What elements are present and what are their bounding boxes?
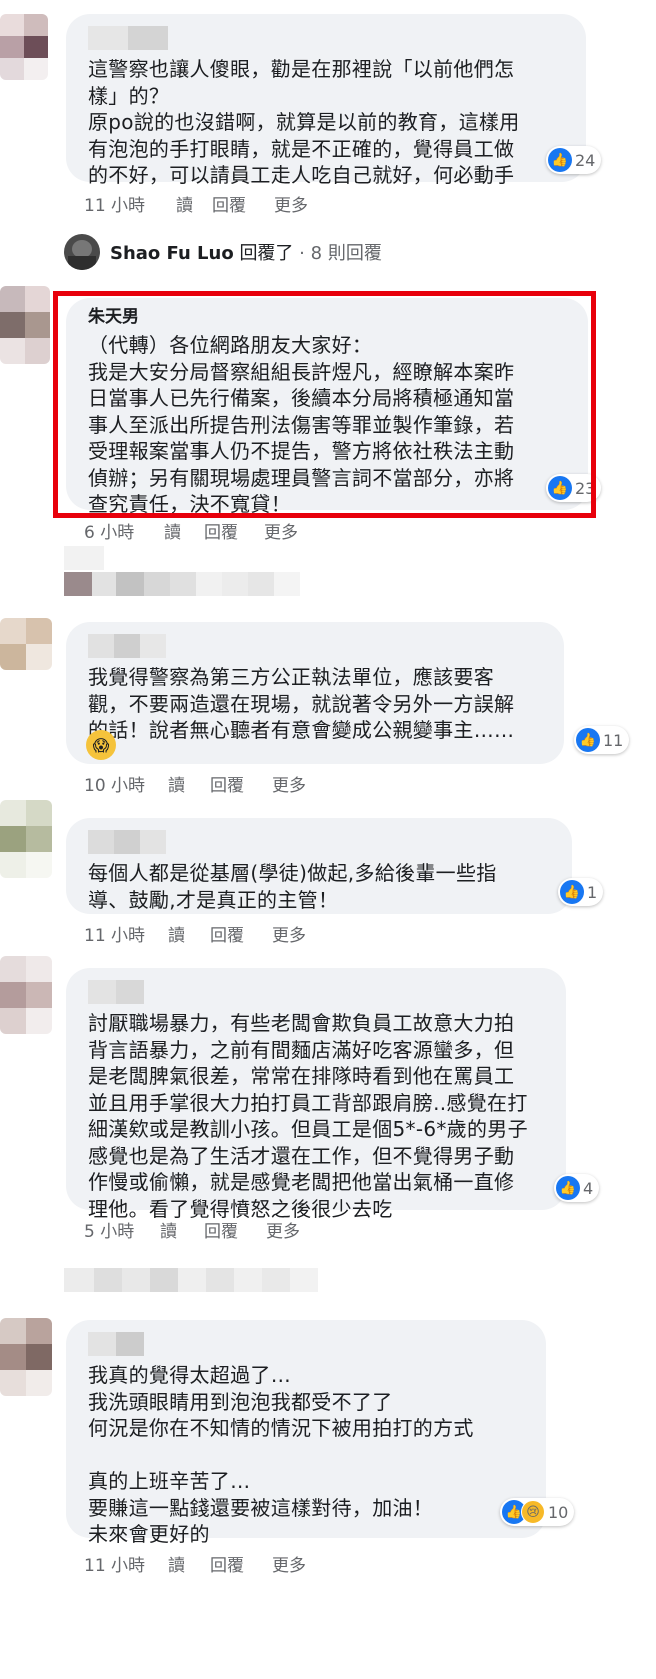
more-link[interactable]: 更多 [274, 191, 308, 216]
reply-count[interactable]: 8 則回覆 [311, 243, 382, 264]
author-name-blurred[interactable] [88, 830, 554, 854]
avatar[interactable] [64, 234, 100, 270]
reply-row-blurred[interactable] [64, 1268, 318, 1292]
avatar[interactable] [0, 956, 52, 1034]
comment-bubble: 討厭職場暴力，有些老闆會欺負員工故意大力拍 背言語暴力，之前有間麵店滿好吃客源蠻… [66, 968, 566, 1221]
comment-text: 討厭職場暴力，有些老闆會欺負員工故意大力拍 背言語暴力，之前有間麵店滿好吃客源蠻… [88, 1011, 528, 1221]
author-name-blurred[interactable] [88, 980, 548, 1004]
read-link[interactable]: 讀 [176, 191, 212, 216]
reply-author-blurred[interactable] [64, 546, 104, 570]
reply-link[interactable]: 回覆 [204, 518, 264, 543]
red-highlight-box [53, 291, 596, 518]
comment-text: 這警察也讓人傻眼，勸是在那裡說「以前他們怎 樣」的？ 原po說的也沒錯啊，就算是… [88, 57, 520, 187]
more-link[interactable]: 更多 [272, 771, 306, 796]
comment-time[interactable]: 6 小時 [84, 518, 164, 543]
comment-time[interactable]: 5 小時 [84, 1217, 160, 1242]
comment-bubble: 我覺得警察為第三方公正執法單位，應該要客 觀，不要兩造還在現場，就說著令另外一方… [66, 622, 564, 764]
reaction-count[interactable]: 👍 4 [554, 1174, 600, 1202]
comment-bubble: 這警察也讓人傻眼，勸是在那裡說「以前他們怎 樣」的？ 原po說的也沒錯啊，就算是… [66, 14, 586, 187]
read-link[interactable]: 讀 [168, 771, 210, 796]
reply-link[interactable]: 回覆 [212, 191, 274, 216]
replies-summary[interactable]: Shao Fu Luo 回覆了 · 8 則回覆 [64, 234, 382, 270]
like-icon: 👍 [560, 880, 584, 904]
comment-actions: 10 小時 讀 回覆 更多 [84, 771, 306, 796]
avatar[interactable] [0, 618, 52, 670]
avatar[interactable] [0, 800, 52, 878]
avatar[interactable] [0, 286, 50, 364]
like-icon: 👍 [548, 148, 572, 172]
comment-text: 我真的覺得太超過了… 我洗頭眼睛用到泡泡我都受不了了 何況是你在不知情的情況下被… [88, 1363, 474, 1546]
comment-actions: 11 小時 讀 回覆 更多 [84, 1551, 306, 1576]
comment-actions: 6 小時 讀 回覆 更多 [84, 518, 298, 543]
author-name-blurred[interactable] [88, 26, 568, 50]
comment-bubble: 我真的覺得太超過了… 我洗頭眼睛用到泡泡我都受不了了 何況是你在不知情的情況下被… [66, 1320, 546, 1546]
reaction-count[interactable]: 👍 1 [558, 878, 604, 906]
more-link[interactable]: 更多 [272, 1551, 306, 1576]
comment-actions: 11 小時 讀 回覆 更多 [84, 191, 308, 216]
comment-bubble: 每個人都是從基層(學徒)做起,多給後輩一些指 導、鼓勵,才是真正的主管！ [66, 818, 572, 914]
reply-link[interactable]: 回覆 [210, 921, 272, 946]
author-name-blurred[interactable] [88, 1332, 528, 1356]
comment-text: 每個人都是從基層(學徒)做起,多給後輩一些指 導、鼓勵,才是真正的主管！ [88, 861, 497, 912]
reaction-count[interactable]: 👍 11 [574, 726, 630, 754]
more-link[interactable]: 更多 [264, 518, 298, 543]
read-link[interactable]: 讀 [168, 1551, 210, 1576]
reaction-count[interactable]: 👍 😢 10 [500, 1498, 575, 1526]
comment-actions: 5 小時 讀 回覆 更多 [84, 1217, 300, 1242]
shocked-face-icon: 😱 [86, 730, 116, 760]
reply-link[interactable]: 回覆 [210, 771, 272, 796]
comment-time[interactable]: 11 小時 [84, 1551, 168, 1576]
like-icon: 👍 [556, 1176, 580, 1200]
comment-time[interactable]: 11 小時 [84, 191, 176, 216]
reply-link[interactable]: 回覆 [210, 1551, 272, 1576]
read-link[interactable]: 讀 [164, 518, 204, 543]
read-link[interactable]: 讀 [168, 921, 210, 946]
reply-author[interactable]: Shao Fu Luo [110, 243, 234, 264]
comment-text: 我覺得警察為第三方公正執法單位，應該要客 觀，不要兩造還在現場，就說著令另外一方… [88, 665, 515, 742]
avatar[interactable] [0, 14, 48, 80]
more-link[interactable]: 更多 [266, 1217, 300, 1242]
reply-link[interactable]: 回覆 [204, 1217, 266, 1242]
avatar[interactable] [0, 1318, 52, 1396]
sad-icon: 😢 [521, 1500, 545, 1524]
reaction-count[interactable]: 👍 24 [546, 146, 602, 174]
read-link[interactable]: 讀 [160, 1217, 204, 1242]
reply-summary-text[interactable]: Shao Fu Luo 回覆了 · 8 則回覆 [110, 239, 382, 265]
like-icon: 👍 [576, 728, 600, 752]
comment-time[interactable]: 10 小時 [84, 771, 168, 796]
reply-row-blurred[interactable] [64, 572, 300, 596]
author-name-blurred[interactable] [88, 634, 546, 658]
comment-time[interactable]: 11 小時 [84, 921, 168, 946]
comment-actions: 11 小時 讀 回覆 更多 [84, 921, 306, 946]
more-link[interactable]: 更多 [272, 921, 306, 946]
